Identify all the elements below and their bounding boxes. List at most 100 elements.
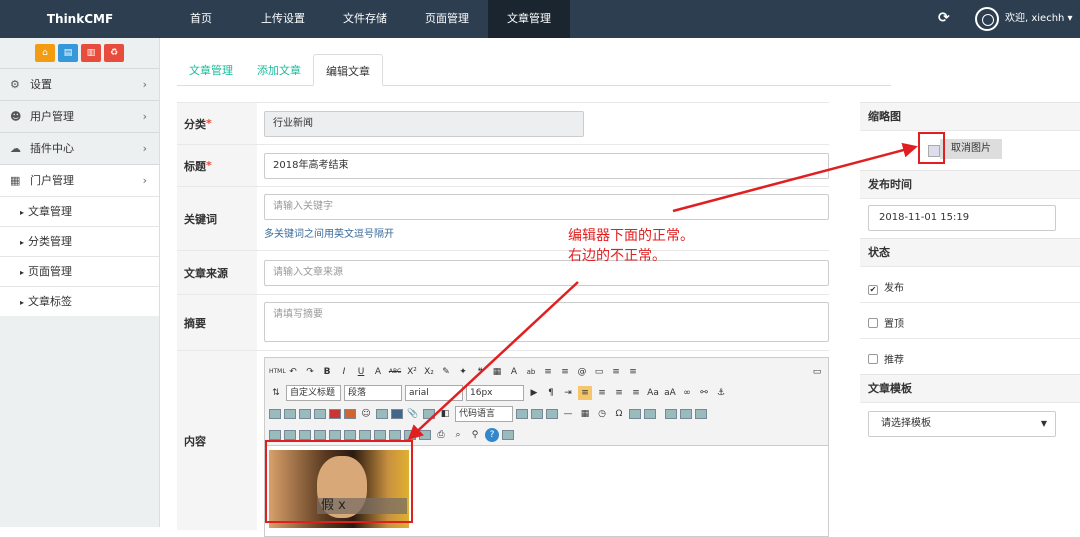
recommend-checkbox[interactable]: 推荐 [868,351,904,366]
trash-icon[interactable]: ▥ [81,44,101,62]
clear-doc-icon[interactable]: ▭ [592,365,606,379]
simple-upload-icon[interactable] [329,409,341,419]
indent-icon[interactable]: ⇥ [561,386,575,400]
image-right-icon[interactable] [299,409,311,419]
font-size-select[interactable]: 16px [466,385,524,401]
insert-col-icon[interactable] [299,430,311,440]
sidebar-item-users[interactable]: ☻ 用户管理 › [0,100,159,132]
time-icon[interactable]: ◷ [595,407,609,421]
align-center-icon[interactable]: ≡ [595,386,609,400]
custom-style-select[interactable]: 自定义标题 [286,385,341,401]
attachment-icon[interactable]: 📎 [406,407,420,421]
date-icon[interactable]: ▦ [578,407,592,421]
code-language-select[interactable]: 代码语言 [455,406,513,422]
submenu-item-pages[interactable]: ▸ 页面管理 [0,256,159,286]
delete-col-icon[interactable] [314,430,326,440]
ltr-icon[interactable]: ▶ [527,386,541,400]
fullscreen-icon[interactable]: ▭ [810,365,824,379]
top-checkbox[interactable]: 置顶 [868,315,904,330]
insert-paragraph-icon[interactable] [695,409,707,419]
merge-cells-icon[interactable] [329,430,341,440]
subscript-icon[interactable]: X₂ [422,365,436,379]
template-select[interactable]: 请选择模板 ▼ [868,411,1056,437]
image-none-icon[interactable] [269,409,281,419]
cancel-image-button[interactable]: 取消图片 [940,139,1002,159]
scrawl-icon[interactable] [376,409,388,419]
rtl-icon[interactable]: ¶ [544,386,558,400]
draft-icon[interactable] [419,430,431,440]
page-break-icon[interactable] [516,409,528,419]
blockquote-icon[interactable]: ❝ [473,365,487,379]
strikethrough-icon[interactable]: ABC [388,365,402,379]
unordered-list-icon[interactable]: ≡ [558,365,572,379]
horizontal-rule-icon[interactable]: — [561,407,575,421]
category-field[interactable]: 行业新闻 [264,111,584,137]
image-left-icon[interactable] [284,409,296,419]
row-spacing-top-icon[interactable]: ≡ [609,365,623,379]
recycle-icon[interactable]: ♻ [104,44,124,62]
template-icon[interactable] [546,409,558,419]
user-menu[interactable]: 欢迎, xiechh ▾ [1005,0,1073,38]
print-icon[interactable]: ⎙ [434,428,448,442]
superscript-icon[interactable]: X² [405,365,419,379]
auto-format-icon[interactable]: ✦ [456,365,470,379]
line-height-icon[interactable]: ⇅ [269,386,283,400]
font-family-select[interactable]: arial [405,385,463,401]
title-input[interactable]: 2018年高考结束 [264,153,829,179]
image-center-icon[interactable] [314,409,326,419]
link-icon[interactable]: @ [575,365,589,379]
nav-file-storage[interactable]: 文件存储 [324,0,406,38]
paste-plain-icon[interactable]: ▦ [490,365,504,379]
wordimage-icon[interactable] [629,409,641,419]
source-input[interactable]: 请输入文章来源 [264,260,829,286]
tab-article-list[interactable]: 文章管理 [177,54,245,86]
insert-image-icon[interactable] [344,409,356,419]
nav-article-management[interactable]: 文章管理 [488,0,570,38]
underline-icon[interactable]: U [354,365,368,379]
publish-checkbox[interactable]: ✔ 发布 [868,279,904,295]
merge-right-icon[interactable] [344,430,356,440]
undo-icon[interactable]: ↶ [286,365,300,379]
anchor-icon[interactable]: ⚓ [714,386,728,400]
avatar[interactable] [975,7,999,31]
nav-page-management[interactable]: 页面管理 [406,0,488,38]
preview-icon[interactable]: ⌕ [451,428,465,442]
tab-add-article[interactable]: 添加文章 [245,54,313,86]
submenu-item-tags[interactable]: ▸ 文章标签 [0,286,159,316]
split-cols-icon[interactable] [404,430,416,440]
search-icon[interactable]: ⚲ [468,428,482,442]
align-right-icon[interactable]: ≡ [612,386,626,400]
keywords-input[interactable]: 请输入关键字 [264,194,829,220]
sidebar-item-portal[interactable]: ▦ 门户管理 › [0,164,159,196]
insert-code-icon[interactable]: ◧ [438,407,452,421]
ordered-list-icon[interactable]: ≡ [541,365,555,379]
submenu-item-articles[interactable]: ▸ 文章管理 [0,196,159,226]
uppercase-icon[interactable]: Aa [646,386,660,400]
publish-time-input[interactable]: 2018-11-01 15:19 [868,205,1056,231]
special-char-icon[interactable]: Ω [612,407,626,421]
font-border-icon[interactable]: A [371,365,385,379]
background-icon[interactable] [531,409,543,419]
paragraph-select[interactable]: 段落 [344,385,402,401]
format-match-icon[interactable]: ✎ [439,365,453,379]
insert-frame-icon[interactable] [423,409,435,419]
nav-home[interactable]: 首页 [160,0,242,38]
insert-table-icon[interactable] [665,409,677,419]
file-icon[interactable]: ▤ [58,44,78,62]
search-replace-icon[interactable] [644,409,656,419]
drafts-icon[interactable] [502,430,514,440]
align-justify-icon[interactable]: ≡ [629,386,643,400]
delete-table-icon[interactable] [680,409,692,419]
nav-upload-settings[interactable]: 上传设置 [242,0,324,38]
row-spacing-bottom-icon[interactable]: ≡ [626,365,640,379]
merge-down-icon[interactable] [359,430,371,440]
html-source-icon[interactable]: HTML [269,365,286,379]
submenu-item-categories[interactable]: ▸ 分类管理 [0,226,159,256]
emotion-icon[interactable]: ☺ [359,407,373,421]
link-chain-icon[interactable]: ∞ [680,386,694,400]
delete-row-icon[interactable] [284,430,296,440]
insert-video-icon[interactable] [391,409,403,419]
summary-textarea[interactable]: 请填写摘要 [264,302,829,342]
home-icon[interactable]: ⌂ [35,44,55,62]
redo-icon[interactable]: ↷ [303,365,317,379]
